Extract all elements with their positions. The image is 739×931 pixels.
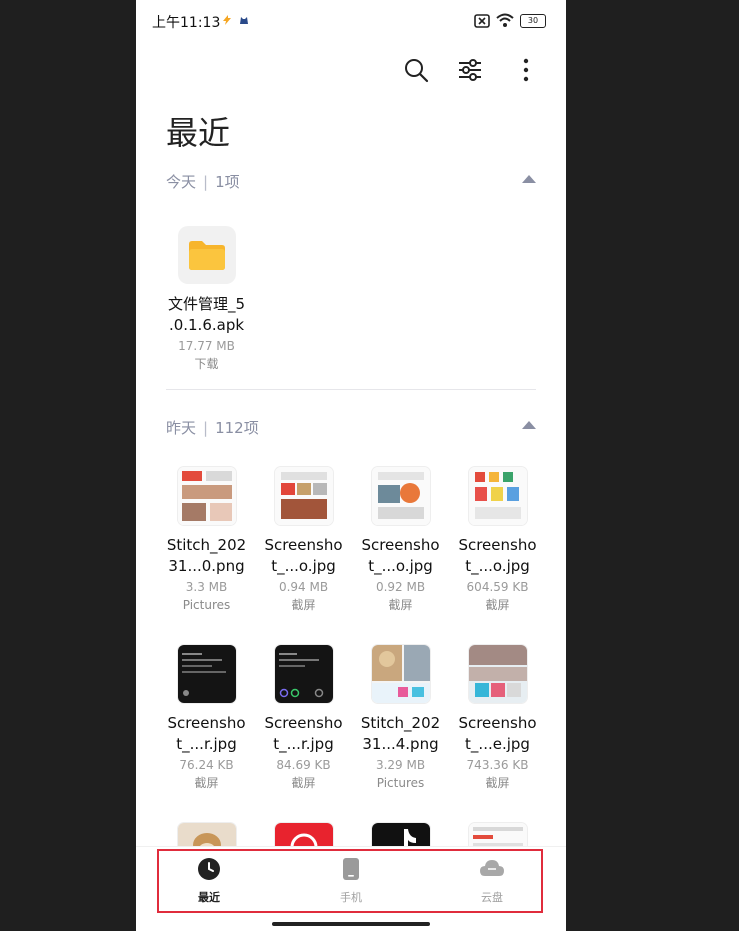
notification-icon	[240, 17, 248, 24]
battery-icon: 30	[520, 14, 546, 28]
phone-screen: 上午11:13 30 最近 今天 | 1项 文件管理_5 .0.1.6.apk …	[136, 0, 566, 931]
image-thumbnail	[177, 467, 236, 525]
image-thumbnail	[274, 467, 333, 525]
file-tile[interactable]: Screensho t_...o.jpg 604.59 KB 截屏	[449, 467, 546, 615]
image-thumbnail	[468, 645, 527, 703]
file-name: Screensho t_...o.jpg	[361, 536, 440, 575]
image-thumbnail	[371, 645, 430, 703]
collapse-up-icon[interactable]	[522, 421, 536, 429]
file-source: 截屏	[291, 776, 316, 790]
file-size: 17.77 MB	[178, 339, 235, 353]
file-source: 截屏	[194, 776, 219, 790]
file-tile[interactable]: Screensho t_...r.jpg 76.24 KB 截屏	[158, 645, 255, 793]
file-size: 604.59 KB	[466, 580, 529, 594]
file-name: Screensho t_...o.jpg	[458, 536, 537, 575]
file-size: 76.24 KB	[179, 758, 234, 772]
file-size: 3.29 MB	[375, 758, 426, 772]
no-sim-icon	[474, 14, 490, 28]
file-tile[interactable]: Stitch_202 31...4.png 3.29 MB Pictures	[352, 645, 449, 793]
file-size: 0.92 MB	[375, 580, 426, 594]
more-vertical-icon[interactable]	[512, 56, 540, 84]
section-day: 今天	[166, 173, 197, 191]
image-thumbnail	[274, 645, 333, 703]
file-name: Stitch_202 31...4.png	[360, 714, 441, 753]
file-size: 3.3 MB	[185, 580, 228, 594]
file-source: 截屏	[485, 598, 510, 612]
section-header-yesterday[interactable]: 昨天 | 112项	[166, 417, 536, 441]
file-source: 下载	[194, 357, 219, 371]
file-source: Pictures	[182, 598, 231, 612]
status-time: 上午11:13	[152, 15, 221, 31]
file-name: Screensho t_...r.jpg	[167, 714, 246, 753]
file-tile[interactable]: Screensho t_...r.jpg 84.69 KB 截屏	[255, 645, 352, 793]
search-icon[interactable]	[402, 56, 430, 84]
collapse-up-icon[interactable]	[522, 175, 536, 183]
section-count: 112项	[215, 419, 259, 437]
status-bar: 上午11:13 30	[136, 0, 566, 42]
home-indicator[interactable]	[272, 922, 430, 926]
file-size: 743.36 KB	[466, 758, 529, 772]
image-thumbnail	[177, 645, 236, 703]
file-source: 截屏	[291, 598, 316, 612]
battery-level: 30	[527, 16, 539, 25]
file-name: Screensho t_...o.jpg	[264, 536, 343, 575]
file-name: Screensho t_...r.jpg	[264, 714, 343, 753]
file-tile[interactable]: Screensho t_...o.jpg 0.94 MB 截屏	[255, 467, 352, 615]
file-size: 0.94 MB	[278, 580, 329, 594]
file-source: 截屏	[485, 776, 510, 790]
lightning-icon	[223, 15, 231, 25]
file-tile[interactable]: Stitch_202 31...0.png 3.3 MB Pictures	[158, 467, 255, 615]
page-title: 最近	[166, 114, 231, 152]
separator: |	[203, 419, 209, 437]
file-name: Stitch_202 31...0.png	[166, 536, 247, 575]
file-tile[interactable]: Screensho t_...e.jpg 743.36 KB 截屏	[449, 645, 546, 793]
file-source: Pictures	[376, 776, 425, 790]
section-divider	[166, 389, 536, 390]
sliders-icon[interactable]	[456, 56, 484, 84]
section-day: 昨天	[166, 419, 197, 437]
highlight-box	[157, 849, 543, 913]
file-name: 文件管理_5 .0.1.6.apk	[167, 295, 246, 334]
file-size: 84.69 KB	[276, 758, 331, 772]
image-thumbnail	[371, 467, 430, 525]
file-name: Screensho t_...e.jpg	[458, 714, 537, 753]
file-source: 截屏	[388, 598, 413, 612]
wifi-icon	[496, 13, 514, 27]
folder-icon	[177, 226, 236, 284]
image-thumbnail	[468, 467, 527, 525]
section-header-today[interactable]: 今天 | 1项	[166, 171, 536, 195]
section-count: 1项	[215, 173, 240, 191]
file-tile[interactable]: Screensho t_...o.jpg 0.92 MB 截屏	[352, 467, 449, 615]
separator: |	[203, 173, 209, 191]
file-tile[interactable]: 文件管理_5 .0.1.6.apk 17.77 MB 下载	[158, 226, 255, 374]
